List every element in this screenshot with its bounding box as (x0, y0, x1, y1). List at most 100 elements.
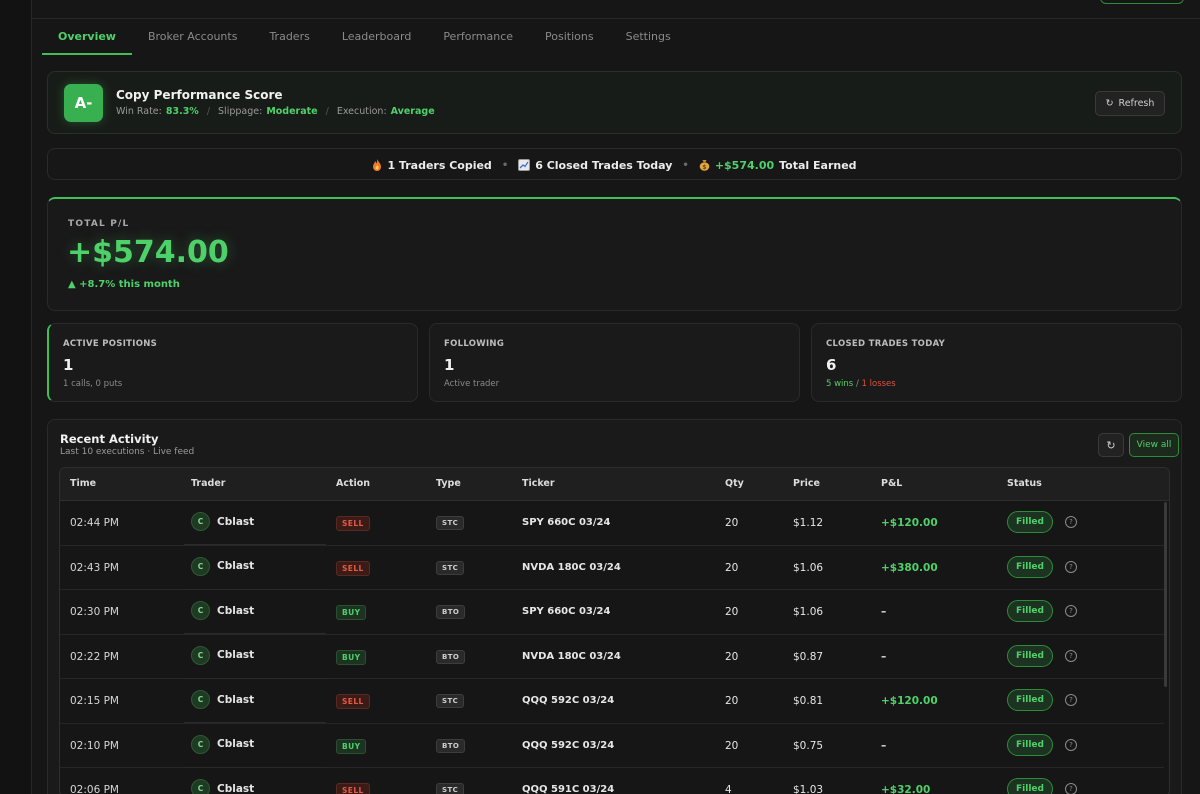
win-rate-value: 83.3% (165, 106, 199, 117)
win-rate-label: Win Rate: (116, 106, 162, 117)
table-row[interactable]: 02:22 PM C Cblast BUY BTO NVDA 180C 03/2… (60, 635, 1164, 679)
tab-broker-accounts[interactable]: Broker Accounts (132, 19, 253, 55)
help-circle-icon[interactable]: ? (1065, 560, 1077, 573)
trader-avatar: C (191, 779, 210, 794)
wins-count: 5 wins (826, 379, 854, 389)
svg-text:$: $ (702, 164, 706, 171)
row-ticker: NVDA 180C 03/24 (522, 561, 621, 573)
col-time: Time (70, 478, 97, 489)
stat-value: 6 (826, 356, 837, 374)
row-type: BTO (436, 605, 466, 619)
table-row[interactable]: 02:15 PM C Cblast SELL STC QQQ 592C 03/2… (60, 679, 1164, 724)
row-price: $1.06 (793, 561, 824, 574)
refresh-feed-button[interactable]: ↻ (1098, 433, 1124, 457)
stat-following: FOLLOWING 1 Active trader (429, 323, 800, 402)
row-time: 02:15 PM (70, 695, 119, 707)
col-action: Action (336, 478, 371, 489)
tab-positions[interactable]: Positions (529, 19, 610, 55)
status-badge: Filled (1007, 511, 1053, 533)
row-time: 02:44 PM (70, 517, 119, 529)
row-trader[interactable]: C Cblast (191, 601, 254, 620)
tab-performance[interactable]: Performance (427, 19, 529, 55)
total-earned-item: $ +$574.00 Total Earned (699, 159, 857, 172)
type-badge: BTO (436, 605, 466, 619)
row-pl: +$32.00 (881, 784, 931, 794)
row-trader[interactable]: C Cblast (191, 779, 254, 794)
table-row[interactable]: 02:43 PM C Cblast SELL STC NVDA 180C 03/… (60, 546, 1164, 590)
help-circle-icon[interactable]: ? (1065, 516, 1077, 528)
action-badge: SELL (336, 694, 370, 709)
row-ticker: SPY 660C 03/24 (522, 517, 611, 528)
row-price: $1.03 (793, 784, 824, 794)
top-action-button[interactable] (1100, 0, 1184, 4)
slash-separator: / (853, 379, 862, 389)
row-pl: +$380.00 (881, 561, 938, 574)
row-trader[interactable]: C Cblast (191, 512, 254, 531)
row-type: STC (436, 783, 465, 794)
trader-name: Cblast (217, 604, 255, 617)
row-status: Filled (1007, 600, 1053, 622)
refresh-icon: ↻ (1105, 98, 1114, 109)
row-price: $0.75 (793, 739, 824, 752)
row-time: 02:10 PM (70, 739, 119, 752)
row-trader[interactable]: C Cblast (191, 690, 254, 709)
row-pl: +$120.00 (881, 517, 938, 529)
table-row[interactable]: 02:10 PM C Cblast BUY BTO QQQ 592C 03/24… (60, 724, 1164, 768)
row-pl: – (881, 739, 887, 752)
separator: / (206, 106, 211, 117)
help-circle-icon[interactable]: ? (1065, 738, 1077, 751)
trader-avatar: C (191, 690, 210, 709)
help-circle-icon[interactable]: ? (1065, 783, 1077, 794)
row-action: BUY (336, 738, 367, 754)
type-badge: STC (436, 694, 465, 708)
activity-table: Time Trader Action Type Ticker Qty Price… (59, 467, 1170, 794)
trader-avatar: C (191, 734, 210, 754)
row-status: Filled (1007, 555, 1053, 578)
tab-leaderboard[interactable]: Leaderboard (326, 19, 427, 55)
row-time: 02:43 PM (70, 561, 119, 574)
type-badge: STC (436, 783, 465, 794)
row-price: $0.81 (793, 695, 824, 707)
row-price: $1.12 (793, 517, 824, 529)
action-badge: SELL (336, 560, 370, 576)
trader-avatar: C (191, 512, 210, 531)
recent-activity-card: Recent Activity Last 10 executions · Liv… (47, 419, 1182, 794)
traders-copied-item: 1 Traders Copied (372, 159, 492, 172)
row-action: SELL (336, 516, 370, 531)
row-ticker: QQQ 592C 03/24 (522, 739, 615, 751)
row-action: BUY (336, 605, 367, 620)
type-badge: BTO (436, 738, 466, 753)
action-badge: BUY (336, 605, 367, 620)
tab-overview[interactable]: Overview (42, 19, 132, 55)
help-circle-icon[interactable]: ? (1065, 605, 1077, 617)
chart-icon (518, 159, 531, 171)
tab-traders[interactable]: Traders (253, 19, 325, 55)
row-qty: 20 (725, 606, 739, 618)
row-trader[interactable]: C Cblast (191, 556, 255, 576)
action-badge: BUY (336, 649, 367, 665)
table-row[interactable]: 02:30 PM C Cblast BUY BTO SPY 660C 03/24… (60, 590, 1164, 635)
stat-subtext: 5 wins / 1 losses (826, 379, 896, 389)
stat-label: CLOSED TRADES TODAY (826, 339, 946, 349)
table-row[interactable]: 02:44 PM C Cblast SELL STC SPY 660C 03/2… (60, 501, 1164, 546)
table-scrollbar[interactable] (1164, 502, 1167, 687)
refresh-button[interactable]: ↻ Refresh (1095, 91, 1165, 116)
stat-subtext: Active trader (444, 379, 500, 389)
row-ticker: QQQ 592C 03/24 (522, 695, 615, 706)
col-ticker: Ticker (522, 478, 555, 489)
trader-name: Cblast (217, 560, 255, 572)
grade-badge: A- (64, 84, 103, 122)
help-circle-icon[interactable]: ? (1065, 649, 1077, 662)
view-all-button[interactable]: View all (1129, 433, 1179, 457)
tab-settings[interactable]: Settings (610, 19, 687, 55)
row-trader[interactable]: C Cblast (191, 645, 254, 665)
row-trader[interactable]: C Cblast (191, 734, 254, 754)
table-row[interactable]: 02:06 PM C Cblast SELL STC QQQ 591C 03/2… (60, 768, 1164, 794)
trader-avatar: C (191, 645, 210, 665)
row-pl: – (881, 650, 887, 663)
row-action: SELL (336, 783, 370, 794)
stat-label: FOLLOWING (444, 339, 505, 349)
help-circle-icon[interactable]: ? (1065, 694, 1077, 706)
status-badge: Filled (1007, 644, 1053, 667)
row-time: 02:22 PM (70, 650, 119, 663)
